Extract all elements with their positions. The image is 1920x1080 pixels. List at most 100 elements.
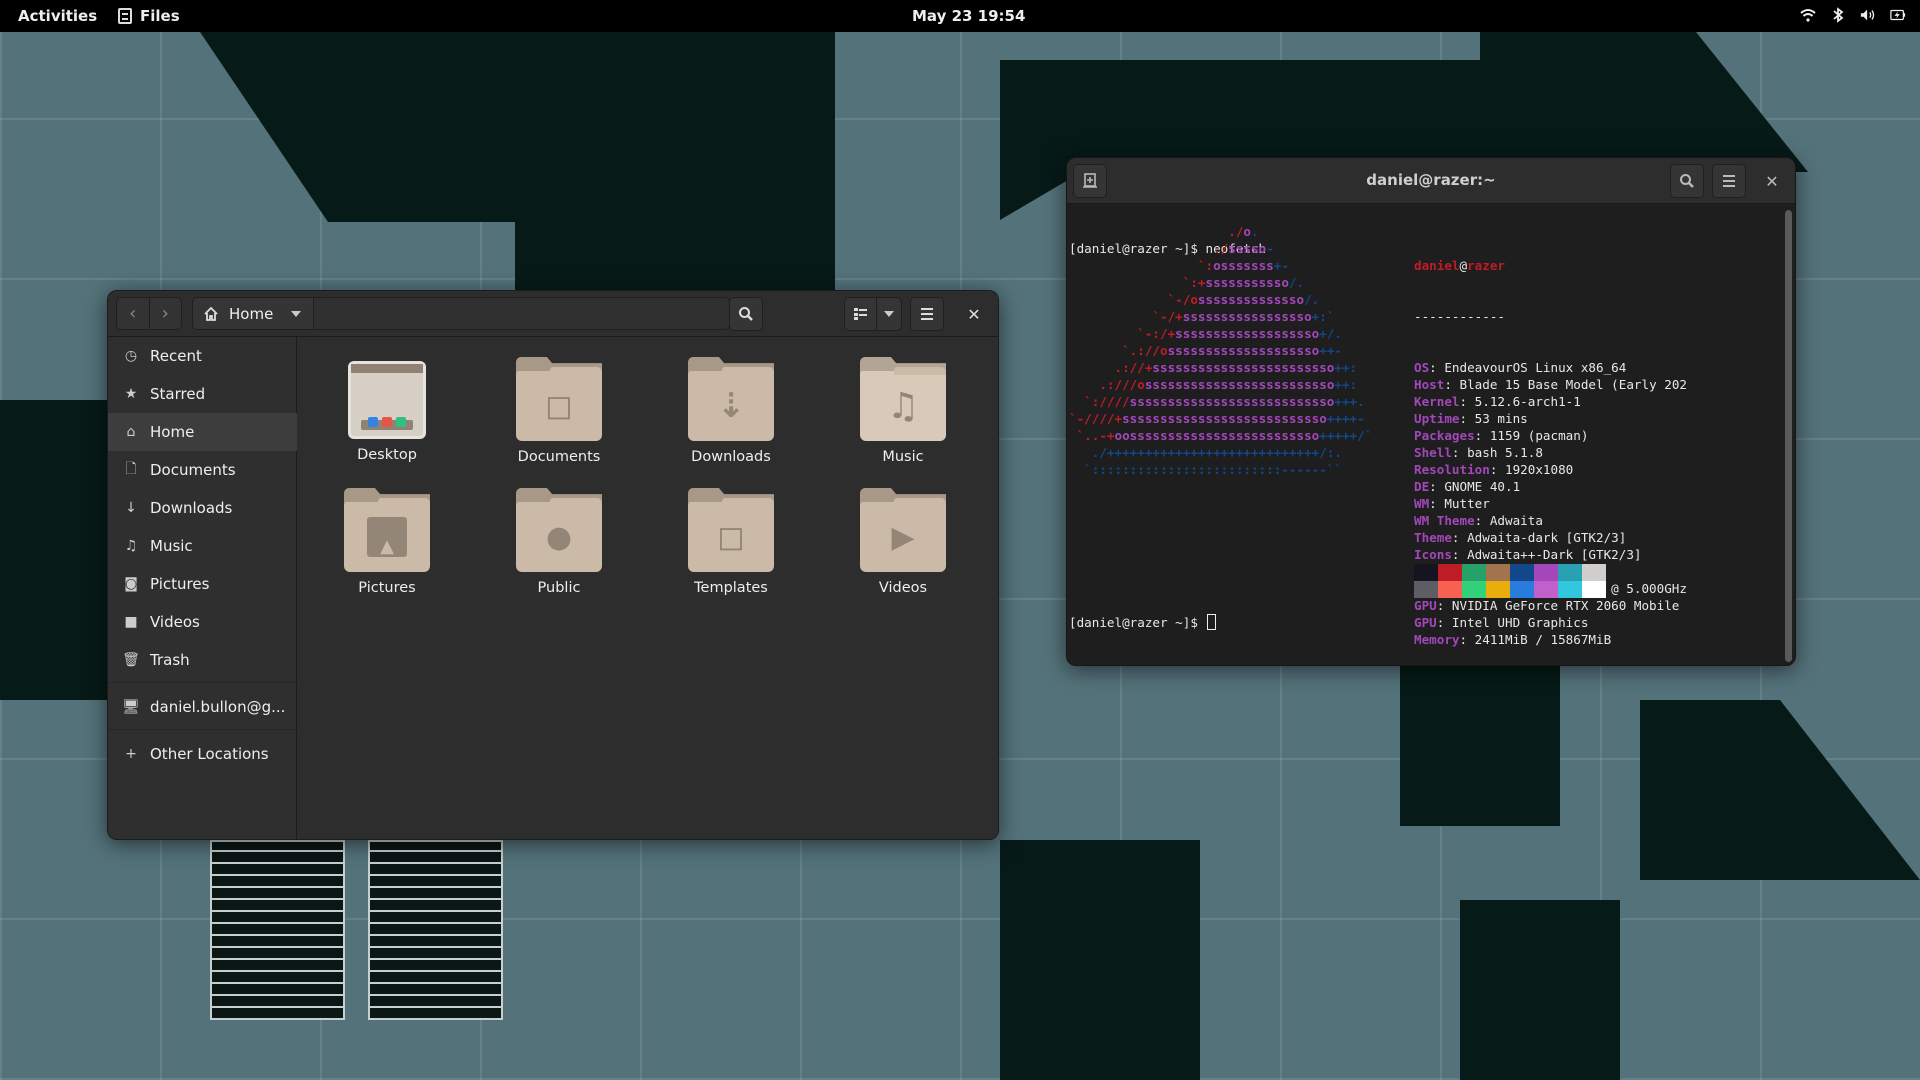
info-key: Theme — [1414, 530, 1452, 545]
clock[interactable]: May 23 19:54 — [912, 7, 1025, 25]
sidebar-item-network-account[interactable]: 🖥 daniel.bullon@g... — [108, 688, 297, 726]
sidebar-item-pictures[interactable]: ◙ Pictures — [108, 565, 297, 603]
chevron-down-icon[interactable] — [291, 310, 302, 317]
info-value: 2411MiB / 15867MiB — [1474, 632, 1612, 647]
path-bar[interactable]: Home — [192, 297, 730, 330]
recent-icon: ◷ — [124, 348, 138, 364]
wallpaper-shadow — [1640, 32, 1808, 172]
sidebar-item-other-locations[interactable]: + Other Locations — [108, 735, 297, 773]
close-button[interactable]: ✕ — [962, 302, 986, 326]
ascii-line: ./sssso- — [1213, 241, 1274, 256]
system-tray[interactable] — [1800, 6, 1906, 24]
star-icon: ★ — [124, 386, 138, 402]
file-item-downloads[interactable]: ⇣ Downloads — [645, 349, 817, 479]
documents-folder-icon: ◻ — [516, 357, 602, 441]
info-key: GPU — [1414, 615, 1437, 630]
info-key: Memory — [1414, 632, 1460, 647]
sidebar-item-label: daniel.bullon@g... — [150, 698, 286, 716]
ascii-line: `:////sssssssssssssssssssssssssso+++. — [1069, 394, 1365, 409]
file-item-public[interactable]: ● Public — [473, 480, 645, 610]
file-item-documents[interactable]: ◻ Documents — [473, 349, 645, 479]
terminal-close-button[interactable]: ✕ — [1760, 169, 1784, 193]
trash-icon: 🗑 — [122, 652, 140, 668]
info-key: DE — [1414, 479, 1430, 494]
list-view-button[interactable] — [845, 298, 877, 330]
ascii-line: ./++++++++++++++++++++++++++++/:. — [1091, 445, 1342, 460]
files-headerbar: ‹ › Home ✕ — [108, 291, 998, 337]
main-menu-button[interactable] — [910, 297, 944, 331]
color-swatch — [1414, 564, 1438, 581]
color-swatch — [1462, 581, 1486, 598]
sidebar-separator — [108, 729, 297, 730]
view-dropdown-button[interactable] — [877, 298, 901, 330]
ascii-line: `-/+sssssssssssssssso+:` — [1069, 309, 1335, 324]
app-name: Files — [140, 7, 180, 25]
file-item-desktop[interactable]: Desktop — [301, 349, 473, 479]
info-line: Kernel: 5.12.6-arch1-1 — [1414, 394, 1581, 409]
sidebar-item-home[interactable]: ⌂ Home — [108, 413, 297, 451]
back-button[interactable]: ‹ — [117, 298, 150, 329]
file-item-pictures[interactable]: ▲ Pictures — [301, 480, 473, 610]
sidebar-item-recent[interactable]: ◷ Recent — [108, 337, 297, 375]
sidebar-item-trash[interactable]: 🗑 Trash — [108, 641, 297, 679]
file-item-label: Pictures — [358, 580, 416, 596]
terminal-output[interactable]: [daniel@razer ~]$ neofetch ./o. ./sssso-… — [1069, 206, 1781, 665]
bluetooth-icon[interactable] — [1830, 6, 1846, 24]
file-item-videos[interactable]: ▶ Videos — [817, 480, 989, 610]
places-sidebar: ◷ Recent ★ Starred ⌂ Home 🗋 Documents ↓ … — [108, 337, 297, 839]
forward-button[interactable]: › — [150, 298, 182, 329]
info-line: Uptime: 53 mins — [1414, 411, 1528, 426]
info-key: Kernel — [1414, 394, 1460, 409]
sidebar-item-music[interactable]: ♫ Music — [108, 527, 297, 565]
chevron-left-icon: ‹ — [129, 303, 137, 324]
battery-charging-icon[interactable] — [1890, 6, 1906, 24]
wallpaper-shadow — [1460, 900, 1620, 1080]
info-line: Icons: Adwaita++-Dark [GTK2/3] — [1414, 547, 1642, 562]
terminal-menu-button[interactable] — [1712, 164, 1746, 198]
color-swatch — [1438, 564, 1462, 581]
distro-ascii-logo: ./o. ./sssso- `:osssssss+- `:+ssssssssss… — [1069, 223, 1372, 478]
file-grid: Desktop ◻ Documents ⇣ Downloads ♫ Music … — [298, 337, 998, 839]
sidebar-item-downloads[interactable]: ↓ Downloads — [108, 489, 297, 527]
sidebar-item-label: Trash — [150, 651, 190, 669]
ascii-line: `..-+oosssssssssssssssssssssssso+++++/` — [1069, 428, 1373, 443]
info-value: GNOME 40.1 — [1444, 479, 1521, 494]
file-item-label: Videos — [878, 580, 928, 596]
home-icon: ⌂ — [126, 424, 136, 440]
files-window: ‹ › Home ✕ ◷ Recent ★ Starred ⌂ Home 🗋 D… — [107, 290, 999, 840]
info-line: GPU: Intel UHD Graphics — [1414, 615, 1589, 630]
info-line: Resolution: 1920x1080 — [1414, 462, 1574, 477]
file-item-templates[interactable]: ◻ Templates — [645, 480, 817, 610]
info-key: Uptime — [1414, 411, 1460, 426]
volume-icon[interactable] — [1860, 6, 1876, 24]
sidebar-item-videos[interactable]: ■ Videos — [108, 603, 297, 641]
wifi-icon[interactable] — [1800, 6, 1816, 24]
info-value: Adwaita — [1489, 513, 1543, 528]
sidebar-item-label: Home — [150, 423, 195, 441]
app-menu-button[interactable]: Files — [118, 7, 180, 25]
terminal-scrollbar[interactable] — [1785, 210, 1792, 662]
document-icon: 🗋 — [125, 461, 137, 477]
ascii-line: .:///osssssssssssssssssssssssso++: — [1099, 377, 1358, 392]
sidebar-item-label: Other Locations — [150, 745, 269, 763]
sidebar-item-label: Recent — [150, 347, 202, 365]
search-button[interactable] — [729, 297, 763, 331]
file-item-label: Music — [882, 449, 924, 465]
file-item-music[interactable]: ♫ Music — [817, 349, 989, 479]
system-info: daniel@razer ------------ OS: EndeavourO… — [1414, 223, 1687, 665]
active-prompt-line[interactable]: [daniel@razer ~]$ — [1069, 614, 1217, 631]
file-item-label: Downloads — [691, 449, 771, 465]
sidebar-item-starred[interactable]: ★ Starred — [108, 375, 297, 413]
path-segment-home[interactable]: Home — [193, 298, 315, 329]
activities-button[interactable]: Activities — [18, 7, 97, 25]
terminal-search-button[interactable] — [1670, 164, 1704, 198]
info-line: GPU: NVIDIA GeForce RTX 2060 Mobile — [1414, 598, 1680, 613]
info-value: bash 5.1.8 — [1467, 445, 1543, 460]
ascii-line: .://+ssssssssssssssssssssssso++: — [1114, 360, 1358, 375]
info-value: Intel UHD Graphics — [1451, 615, 1589, 630]
color-swatch — [1582, 581, 1606, 598]
info-key: WM — [1414, 496, 1430, 511]
info-line: Shell: bash 5.1.8 — [1414, 445, 1543, 460]
ascii-line: ./o. — [1228, 224, 1259, 239]
sidebar-item-documents[interactable]: 🗋 Documents — [108, 451, 297, 489]
